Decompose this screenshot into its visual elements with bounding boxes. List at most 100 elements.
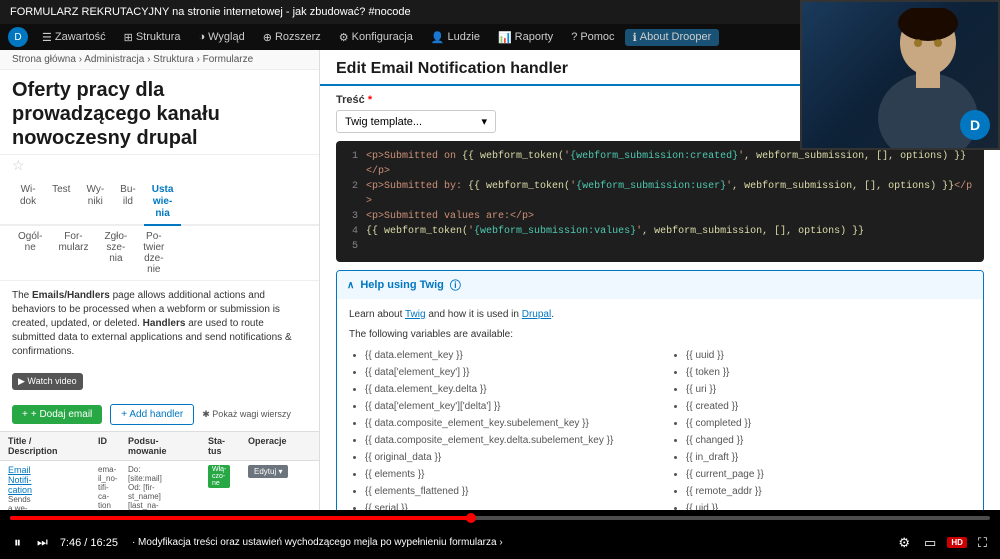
window-title: FORMULARZ REKRUTACYJNY na stronie intern… (10, 6, 411, 18)
table-row: EmailNotifi-cation Sendsa we-bformsub-mi… (0, 461, 319, 510)
show-weights-link[interactable]: ✱ Pokaż wagi wierszy (202, 409, 291, 420)
settings-button[interactable]: ⚙ (895, 533, 913, 553)
subtab-formularz[interactable]: For-mularz (52, 228, 94, 278)
right-controls: ⚙ ▭ HD ⛶ (895, 533, 990, 553)
help-circle-icon: ⓘ (450, 277, 461, 293)
fullscreen-button[interactable]: ⛶ (975, 533, 990, 553)
progress-dot (466, 513, 476, 523)
help-header[interactable]: ∧ Help using Twig ⓘ (337, 271, 983, 299)
required-indicator: * (368, 94, 372, 106)
add-email-button[interactable]: + + Dodaj email (12, 405, 102, 424)
watch-video-button[interactable]: ▶ Watch video (12, 373, 83, 390)
nav-item-zawartość[interactable]: ☰ Zawartość (34, 29, 114, 46)
code-line-1: 1 <p>Submitted on {{ webform_token('{web… (344, 149, 976, 179)
nav-item-ludzie[interactable]: 👤 Ludzie (423, 29, 488, 46)
page-title: Oferty pracy dla prowadzącego kanału now… (0, 70, 319, 155)
row-summary: Do:[site:mail]Od: [fir-st_name][last_na-… (128, 465, 208, 510)
controls-row: ⏸ ⏭ 7:46 / 16:25 · Modyfikacja treści or… (10, 532, 990, 553)
info-text: The Emails/Handlers page allows addition… (0, 281, 319, 398)
video-container: FORMULARZ REKRUTACYJNY na stronie intern… (0, 0, 1000, 559)
quality-badge: HD (947, 537, 967, 548)
table-header: Title /Description ID Podsu-mowanie Sta-… (0, 431, 319, 461)
var-item: {{ token }} (686, 365, 971, 381)
sub-tabs: Ogól-ne For-mularz Zgło-sze-nia Po-twier… (0, 226, 319, 281)
about-icon: ℹ (633, 31, 637, 44)
email-notification-link[interactable]: EmailNotifi-cation (8, 465, 32, 495)
nav-item-pomoc[interactable]: ? Pomoc (563, 29, 622, 45)
code-line-4: 4 {{ webform_token('{webform_submission:… (344, 224, 976, 239)
drupal-link[interactable]: Drupal (522, 309, 551, 320)
nav-item-about[interactable]: ℹ About Drooper (625, 29, 720, 46)
breadcrumb: Strona główna › Administracja › Struktur… (0, 50, 319, 70)
var-item: {{ data.composite_element_key.subelement… (365, 416, 650, 432)
var-item: {{ elements_flattened }} (365, 484, 650, 500)
tab-test[interactable]: Test (44, 180, 78, 224)
people-icon: 👤 (431, 31, 445, 44)
extend-icon: ⊕ (263, 31, 272, 44)
tab-ustawienia[interactable]: Ustawie-nia (144, 180, 182, 226)
tab-wyniki[interactable]: Wy-niki (78, 180, 112, 224)
status-badge: Włą-czo-ne (208, 465, 230, 488)
nav-item-rozszerz[interactable]: ⊕ Rozszerz (255, 29, 329, 46)
twig-link[interactable]: Twig (405, 309, 426, 320)
var-item: {{ serial }} (365, 501, 650, 510)
row-id: ema-il_no-tifi-ca-tion (98, 465, 128, 510)
drupal-watermark: D (960, 110, 990, 140)
webcam-overlay: D (800, 0, 1000, 150)
var-item: {{ current_page }} (686, 467, 971, 483)
code-line-3: 3 <p>Submitted values are:</p> (344, 209, 976, 224)
main-tabs: Wi-dok Test Wy-niki Bu-ild Ustawie-nia (0, 180, 319, 226)
variables-label: The following variables are available: (349, 327, 971, 343)
star-rating[interactable]: ☆ (0, 155, 319, 176)
var-item: {{ uid }} (686, 501, 971, 510)
variables-list: {{ data.element_key }} {{ data['element_… (349, 343, 971, 510)
nav-item-konfiguracja[interactable]: ⚙ Konfiguracja (331, 29, 421, 46)
progress-fill (10, 516, 471, 520)
edit-button[interactable]: Edytuj ▾ (248, 465, 288, 478)
nav-item-raporty[interactable]: 📊 Raporty (490, 29, 561, 46)
code-editor[interactable]: 1 <p>Submitted on {{ webform_token('{web… (336, 141, 984, 262)
drupal-logo[interactable]: D (8, 27, 28, 47)
action-buttons: + + Dodaj email + Add handler ✱ Pokaż wa… (0, 398, 319, 431)
content-icon: ☰ (42, 31, 52, 44)
tab-build[interactable]: Bu-ild (112, 180, 144, 224)
help-icon: ? (571, 31, 577, 43)
col-title: Title /Description (8, 436, 98, 456)
col-ops: Operacje (248, 436, 308, 456)
code-line-2: 2 <p>Submitted by: {{ webform_token('{we… (344, 179, 976, 209)
template-dropdown[interactable]: Twig template... ▾ (336, 110, 496, 133)
add-handler-button[interactable]: + Add handler (110, 404, 194, 425)
row-description: Sendsa we-bformsub-mis-sion (8, 495, 98, 510)
col-status: Sta-tus (208, 436, 248, 456)
var-item: {{ completed }} (686, 416, 971, 432)
var-item: {{ changed }} (686, 433, 971, 449)
time-display: 7:46 / 16:25 (60, 537, 118, 549)
nav-item-wygląd[interactable]: ◑ Wygląd (190, 29, 252, 45)
chevron-down-icon: ▾ (481, 115, 487, 128)
var-item: {{ uri }} (686, 382, 971, 398)
subtab-zgłoszenia[interactable]: Zgło-sze-nia (98, 228, 133, 278)
var-item: {{ in_draft }} (686, 450, 971, 466)
progress-bar[interactable] (10, 516, 990, 520)
var-item: {{ elements }} (365, 467, 650, 483)
play-pause-button[interactable]: ⏸ (10, 532, 25, 553)
var-item: {{ remote_addr }} (686, 484, 971, 500)
code-line-5: 5 (344, 239, 976, 254)
var-item: {{ data['element_key'] }} (365, 365, 650, 381)
help-section: ∧ Help using Twig ⓘ Learn about Twig and… (336, 270, 984, 510)
var-item: {{ data.element_key }} (365, 348, 650, 364)
structure-icon: ⊞ (124, 31, 133, 44)
var-item: {{ created }} (686, 399, 971, 415)
nav-item-struktura[interactable]: ⊞ Struktura (116, 29, 189, 46)
var-item: {{ data.composite_element_key.delta.sube… (365, 433, 650, 449)
video-controls[interactable]: ⏸ ⏭ 7:46 / 16:25 · Modyfikacja treści or… (0, 510, 1000, 559)
webcam-person: D (802, 2, 998, 148)
subtab-potwierdzenie[interactable]: Po-twierdze-nie (137, 228, 170, 278)
skip-forward-button[interactable]: ⏭ (33, 533, 52, 552)
help-title: Help using Twig (360, 279, 444, 291)
subtab-ogolne[interactable]: Ogól-ne (12, 228, 48, 278)
chevron-icon: ∧ (347, 280, 354, 291)
tab-widok[interactable]: Wi-dok (12, 180, 44, 224)
theater-button[interactable]: ▭ (921, 533, 939, 553)
col-id: ID (98, 436, 128, 456)
